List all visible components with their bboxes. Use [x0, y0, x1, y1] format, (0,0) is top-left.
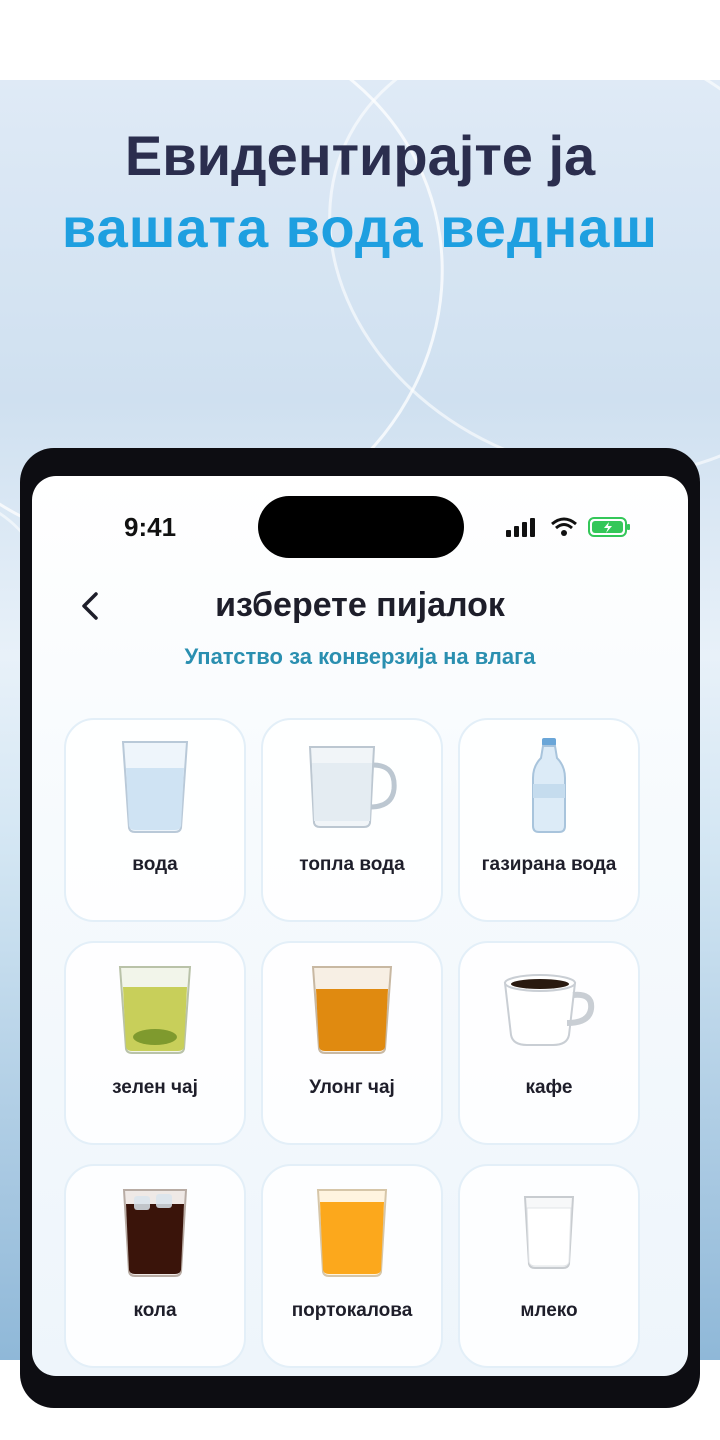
drink-card-hot-water[interactable]: топла вода	[261, 718, 443, 922]
headline-line1: Евидентирајте ја	[124, 124, 596, 187]
page-title: изберете пијалок	[215, 586, 505, 624]
oolong-tea-glass-icon	[311, 966, 393, 1054]
dynamic-island	[258, 496, 464, 558]
drink-label: газирана вода	[481, 854, 617, 875]
drink-label: кафе	[525, 1077, 573, 1098]
water-glass-icon	[121, 741, 189, 833]
drink-card-green-tea[interactable]: зелен чај	[64, 941, 246, 1145]
drink-label: вода	[132, 854, 178, 875]
moisture-conversion-guide-link[interactable]: Упатство за конверзија на влага	[32, 644, 688, 670]
drink-label: кола	[133, 1300, 177, 1321]
drink-label: зелен чај	[112, 1077, 198, 1098]
wifi-icon	[551, 517, 577, 536]
battery-icon	[588, 517, 630, 537]
drink-label: топла вода	[299, 854, 405, 875]
drink-card-orange-juice[interactable]: портокалова	[261, 1164, 443, 1368]
signal-icon	[506, 518, 535, 537]
drink-label: млеко	[520, 1300, 578, 1321]
glass-mug-icon	[308, 746, 397, 828]
drink-card-cola[interactable]: кола	[64, 1164, 246, 1368]
milk-glass-icon	[523, 1196, 575, 1269]
drink-card-sparkling-water[interactable]: газирана вода	[458, 718, 640, 922]
drink-card-milk[interactable]: млеко	[458, 1164, 640, 1368]
orange-juice-glass-icon	[316, 1189, 388, 1277]
coffee-cup-icon	[503, 974, 595, 1046]
drink-label: Улонг чај	[309, 1077, 395, 1098]
water-bottle-icon	[532, 738, 566, 833]
phone-screen: 9:41 изберете пијалок Упатство за конвер…	[32, 476, 688, 1376]
green-tea-glass-icon	[118, 966, 192, 1054]
headline-line2: вашата вода веднаш	[61, 196, 659, 259]
drink-card-oolong-tea[interactable]: Улонг чај	[261, 941, 443, 1145]
drink-label: портокалова	[291, 1300, 413, 1321]
headline: Евидентирајте ја вашата вода веднаш	[0, 120, 720, 264]
cola-glass-icon	[122, 1189, 188, 1277]
drink-card-coffee[interactable]: кафе	[458, 941, 640, 1145]
status-time: 9:41	[124, 512, 177, 542]
status-icons	[506, 516, 632, 538]
drink-card-water[interactable]: вода	[64, 718, 246, 922]
